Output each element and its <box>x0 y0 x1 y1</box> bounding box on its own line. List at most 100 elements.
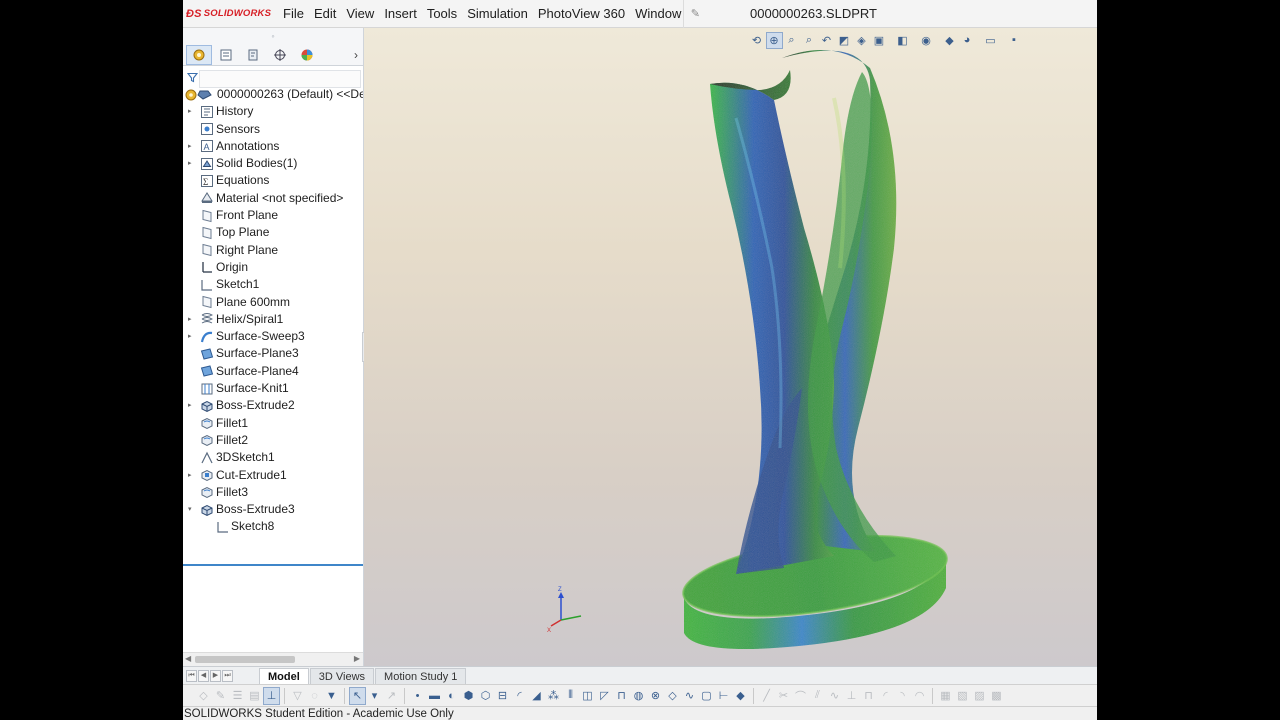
curves-icon[interactable]: ∿ <box>681 687 698 705</box>
revolve-icon[interactable]: ◐ <box>443 687 460 705</box>
sketch-arc-icon[interactable]: ⌒ <box>792 687 809 705</box>
tree-item-front-plane[interactable]: Front Plane <box>183 207 363 224</box>
menu-photoview-360[interactable]: PhotoView 360 <box>533 0 630 28</box>
chevron-right-icon[interactable]: ▸ <box>188 328 196 345</box>
filter-icon[interactable] <box>185 72 199 86</box>
tree-item-plane-600mm[interactable]: Plane 600mm <box>183 294 363 311</box>
tree-item-helix-spiral1[interactable]: ▸ Helix/Spiral1 <box>183 311 363 328</box>
tree-item-solid-bodies-1[interactable]: ▸ Solid Bodies(1) <box>183 155 363 172</box>
view-orientation-icon[interactable]: ▣ <box>871 32 888 49</box>
display-style-icon[interactable]: ◧ <box>894 32 911 49</box>
shell-icon[interactable]: ◫ <box>579 687 596 705</box>
sketch-line-icon[interactable]: ╱ <box>758 687 775 705</box>
tree-item-sensors[interactable]: Sensors <box>183 121 363 138</box>
sketch-fillet-icon[interactable]: ◜ <box>877 687 894 705</box>
zoom-to-area-icon[interactable]: ⊕ <box>765 31 783 49</box>
drawing-icon[interactable]: ▦ <box>937 687 954 705</box>
chevron-right-icon[interactable]: ▸ <box>188 103 196 120</box>
configuration-manager-icon[interactable] <box>240 45 266 65</box>
options-icon[interactable]: ▩ <box>988 687 1005 705</box>
sweep-icon[interactable]: ⬢ <box>460 687 477 705</box>
sketch-mirror-icon[interactable]: ⊥ <box>843 687 860 705</box>
rib-icon[interactable]: ⊓ <box>613 687 630 705</box>
select-dropdown-icon[interactable]: ▾ <box>366 687 383 705</box>
point-icon[interactable]: • <box>409 687 426 705</box>
twisted-trophy-model[interactable] <box>364 28 1097 666</box>
property-manager-icon[interactable] <box>213 45 239 65</box>
loft-icon[interactable]: ⬡ <box>477 687 494 705</box>
sketch-offset-icon[interactable]: ⫽ <box>809 687 826 705</box>
graphics-viewport[interactable]: Z X ⟲ ⊕ ⌕ ⌕ ↶ ◩ ◈ ▣ ◧ ◉ ◆ ◕ ▭ ▪ <box>364 28 1097 666</box>
chevron-right-icon[interactable]: ▸ <box>188 397 196 414</box>
tree-item-surface-sweep3[interactable]: ▸ Surface-Sweep3 <box>183 328 363 345</box>
last-tab-icon[interactable]: ⏭ <box>222 670 233 682</box>
tree-item-boss-extrude3[interactable]: ▾ Boss-Extrude3 <box>183 501 363 518</box>
scroll-left-icon[interactable]: ◀ <box>185 654 191 663</box>
rebuild-icon[interactable]: ▨ <box>971 687 988 705</box>
tree-item-surface-knit1[interactable]: Surface-Knit1 <box>183 380 363 397</box>
selection-filter-icon[interactable]: ▼ <box>323 687 340 705</box>
sketch-spline-icon[interactable]: ∿ <box>826 687 843 705</box>
previous-view-icon[interactable]: ↶ <box>818 32 835 49</box>
tree-item-surface-plane3[interactable]: Surface-Plane3 <box>183 345 363 362</box>
mirror-icon[interactable]: ⫴ <box>562 687 579 705</box>
chamfer-icon[interactable]: ◢ <box>528 687 545 705</box>
rollback-bar[interactable] <box>183 564 363 566</box>
prev-tab-icon[interactable]: ◀ <box>198 670 209 682</box>
view-icon[interactable]: ▤ <box>246 687 263 705</box>
panel-horizontal-scrollbar[interactable]: ◀ ▶ <box>183 652 363 666</box>
assembly-icon[interactable]: ▧ <box>954 687 971 705</box>
zoom-selection-icon[interactable]: ⌕ <box>801 32 818 49</box>
extrude-icon[interactable]: ▬ <box>426 687 443 705</box>
chevron-down-icon[interactable]: ▾ <box>188 501 196 518</box>
relations-icon[interactable]: ⊥ <box>263 686 280 705</box>
tree-item-material-not-specified[interactable]: Material <not specified> <box>183 190 363 207</box>
tree-item-fillet2[interactable]: Fillet2 <box>183 432 363 449</box>
draft-icon[interactable]: ◸ <box>596 687 613 705</box>
dynamic-annotation-icon[interactable]: ◈ <box>853 32 870 49</box>
first-tab-icon[interactable]: ⏮ <box>186 670 197 682</box>
tab-model[interactable]: Model <box>259 668 309 684</box>
instant3d-icon[interactable]: ▢ <box>698 687 715 705</box>
menu-view[interactable]: View <box>341 0 379 28</box>
tree-item-right-plane[interactable]: Right Plane <box>183 242 363 259</box>
solidworks-logo[interactable]: ƉS SOLIDWORKS <box>186 4 278 24</box>
menu-edit[interactable]: Edit <box>309 0 341 28</box>
tree-item-history[interactable]: ▸ History <box>183 103 363 120</box>
tree-root-part[interactable]: 0000000263 (Default) <<Defa <box>183 86 363 103</box>
sketch-ellipse-icon[interactable]: ◠ <box>911 687 928 705</box>
sketch-trim-icon[interactable]: ✂ <box>775 687 792 705</box>
chevron-right-icon[interactable]: ▸ <box>188 467 196 484</box>
zoom-icon[interactable]: ⌕ <box>783 32 800 49</box>
chevron-right-icon[interactable]: › <box>349 48 363 62</box>
mass-properties-icon[interactable]: ◆ <box>732 687 749 705</box>
tree-item-sketch1[interactable]: Sketch1 <box>183 276 363 293</box>
chevron-right-icon[interactable]: ▸ <box>188 155 196 172</box>
zoom-to-fit-icon[interactable]: ⟲ <box>748 32 765 49</box>
scrollbar-thumb[interactable] <box>195 656 295 663</box>
menu-file[interactable]: File <box>278 0 309 28</box>
smart-dimension-icon[interactable]: ◇ <box>195 687 212 705</box>
measure-icon[interactable]: ⊢ <box>715 687 732 705</box>
tree-item-cut-extrude1[interactable]: ▸ Cut-Extrude1 <box>183 467 363 484</box>
hide-show-items-icon[interactable]: ◉ <box>918 32 935 49</box>
edit-appearance-icon[interactable]: ◆ <box>941 32 958 49</box>
menu-insert[interactable]: Insert <box>379 0 422 28</box>
tree-item-3dsketch1[interactable]: 3DSketch1 <box>183 449 363 466</box>
fillet-cmd-icon[interactable]: ◜ <box>511 687 528 705</box>
scroll-right-icon[interactable]: ▶ <box>354 654 360 663</box>
tab-motion-study-1[interactable]: Motion Study 1 <box>375 668 467 684</box>
tree-item-fillet3[interactable]: Fillet3 <box>183 484 363 501</box>
dimxpert-icon[interactable] <box>267 45 293 65</box>
panel-grip-handle[interactable]: ◦ <box>183 28 363 44</box>
filter-faces-icon[interactable]: ▽ <box>289 687 306 705</box>
menu-window[interactable]: Window <box>630 0 686 28</box>
save-icon[interactable]: ▪ <box>1006 32 1023 49</box>
pattern-icon[interactable]: ⁂ <box>545 687 562 705</box>
list-icon[interactable]: ☰ <box>229 687 246 705</box>
tree-item-boss-extrude2[interactable]: ▸ Boss-Extrude2 <box>183 397 363 414</box>
feature-manager-icon[interactable] <box>186 44 212 65</box>
tree-item-annotations[interactable]: ▸ A Annotations <box>183 138 363 155</box>
sketch-chamfer-icon[interactable]: ◝ <box>894 687 911 705</box>
menu-simulation[interactable]: Simulation <box>462 0 533 28</box>
